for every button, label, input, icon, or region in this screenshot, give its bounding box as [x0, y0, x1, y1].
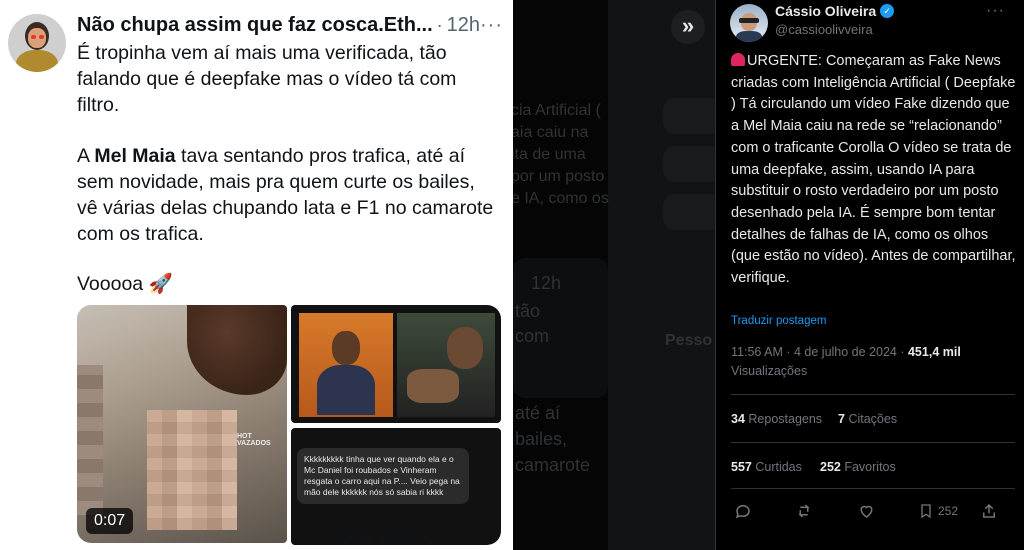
expand-panel-icon[interactable]: » — [671, 10, 705, 44]
background-timeline: cia Artificial ( aia caiu na ita de uma … — [513, 0, 715, 550]
ghost-text: 12h — [531, 273, 562, 293]
chat-screenshot[interactable]: Kkkkkkkkk tinha que ver quando ela e o M… — [291, 428, 501, 545]
quotes-stat[interactable]: 7 Citações — [838, 412, 897, 426]
right-author-name-row[interactable]: Cássio Oliveira ✓ — [775, 3, 895, 19]
right-more-icon[interactable]: ··· — [986, 2, 1005, 20]
ghost-text: cia Artificial ( — [513, 102, 601, 119]
left-tweet-card: Não chupa assim que faz cosca.Eth... · 1… — [0, 0, 513, 550]
views-label: Visualizações — [731, 364, 808, 378]
tweet-timestamp[interactable]: 11:56 AM · 4 de julho de 2024 · — [731, 345, 908, 359]
left-author-avatar[interactable] — [8, 14, 66, 72]
left-more-icon[interactable]: ··· — [480, 14, 503, 37]
pixelated-censor — [147, 410, 237, 530]
left-tweet-paragraph-3: Vooooa 🚀 — [77, 273, 173, 295]
bookmark-count: 252 — [938, 504, 959, 518]
repost-icon[interactable] — [794, 498, 814, 524]
dot-separator: · — [436, 14, 443, 35]
reply-icon[interactable] — [734, 498, 752, 524]
like-heart-icon[interactable] — [857, 498, 876, 524]
ghost-text: com — [515, 326, 550, 346]
laughing-emojis: 😂😂😂😂😂 — [335, 530, 444, 545]
left-tweet-time[interactable]: 12h — [447, 14, 480, 37]
divider — [731, 442, 1015, 443]
views-count: 451,4 mil — [907, 345, 961, 359]
right-tweet-body: URGENTE: Começaram as Fake News criadas … — [731, 53, 1016, 287]
share-icon[interactable] — [980, 498, 998, 524]
favorites-stat[interactable]: 252 Favoritos — [820, 460, 896, 474]
photo-person-1 — [299, 313, 393, 417]
video-duration-badge: 0:07 — [86, 508, 134, 534]
tweet-meta: 11:56 AM · 4 de julho de 2024 · 451,4 mi… — [731, 345, 961, 359]
ghost-text: ita de uma — [513, 146, 586, 163]
ghost-text: por um posto — [513, 168, 605, 185]
ghost-text: até aí — [515, 403, 561, 423]
right-author-handle[interactable]: @cassioolivveira — [775, 22, 873, 37]
right-tweet-panel: Cássio Oliveira ✓ @cassioolivveira ··· U… — [715, 0, 1024, 550]
ghost-text: tão — [515, 301, 541, 321]
photo-person-2 — [397, 313, 495, 417]
ghost-text: Pesso — [665, 332, 713, 349]
photo-collage[interactable] — [291, 305, 501, 423]
left-tweet-paragraph-1: É tropinha vem aí mais uma verificada, t… — [77, 42, 457, 116]
bookmark-icon[interactable]: 252 — [918, 498, 958, 524]
mentioned-name: Mel Maia — [94, 145, 176, 167]
left-tweet-paragraph-2: A Mel Maia tava sentando pros trafica, a… — [77, 145, 494, 245]
translate-link[interactable]: Traduzir postagem — [731, 315, 826, 327]
divider — [731, 488, 1015, 489]
siren-emoji-icon — [731, 53, 745, 66]
likes-stat[interactable]: 557 Curtidas — [731, 460, 802, 474]
left-author-name[interactable]: Não chupa assim que faz cosca.Eth... — [77, 14, 433, 37]
left-author-row: Não chupa assim que faz cosca.Eth... · 1… — [77, 12, 507, 38]
right-author-name[interactable]: Cássio Oliveira — [775, 3, 876, 19]
right-author-avatar[interactable] — [730, 4, 768, 42]
divider — [731, 394, 1015, 395]
ghost-text: camarote — [515, 455, 591, 475]
chat-bubble: Kkkkkkkkk tinha que ver quando ela e o M… — [297, 448, 469, 504]
verified-badge-icon: ✓ — [880, 4, 895, 18]
video-watermark: HOT VAZADOS — [237, 433, 271, 447]
reposts-stat[interactable]: 34 Repostagens — [731, 412, 822, 426]
ghost-text: bailes, — [515, 429, 568, 449]
ghost-text: e IA, como os — [513, 190, 609, 207]
ghost-text: aia caiu na — [513, 124, 589, 141]
